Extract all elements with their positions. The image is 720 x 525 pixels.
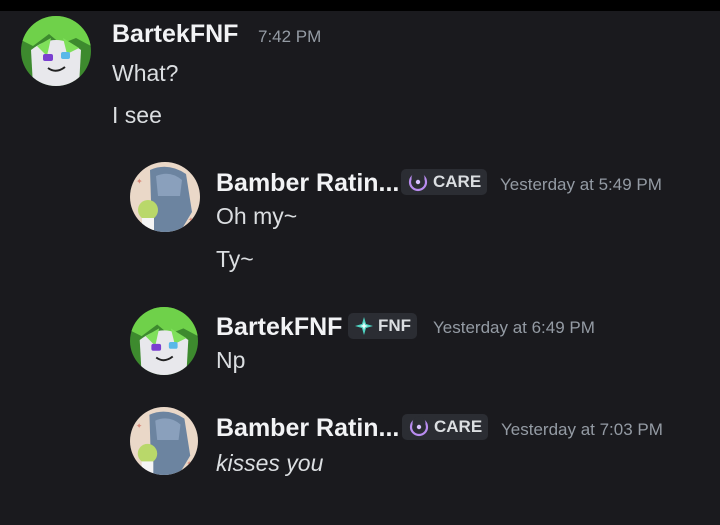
role-tag[interactable]: CARE: [402, 414, 489, 440]
user-avatar[interactable]: ✦ ✦: [130, 407, 198, 475]
svg-text:✦: ✦: [188, 216, 194, 224]
sparkle-icon: [355, 317, 373, 335]
username[interactable]: Bamber Ratin...: [216, 414, 399, 443]
timestamp: Yesterday at 7:03 PM: [501, 420, 663, 439]
tag-label: CARE: [434, 417, 483, 436]
tag-label: CARE: [433, 172, 482, 191]
message-text: I see: [112, 102, 162, 128]
user-avatar[interactable]: [21, 16, 91, 86]
message-text: What?: [112, 60, 179, 86]
moon-icon: [409, 416, 429, 437]
timestamp: Yesterday at 5:49 PM: [500, 175, 662, 194]
moon-icon: [408, 171, 428, 192]
message-text: Oh my~: [216, 203, 298, 229]
user-avatar[interactable]: [130, 307, 198, 375]
message-text: kisses you: [216, 450, 324, 476]
user-avatar[interactable]: ✦ ✦: [130, 162, 200, 232]
tag-label: FNF: [378, 316, 412, 335]
username[interactable]: BartekFNF: [112, 20, 238, 49]
username[interactable]: BartekFNF: [216, 313, 342, 342]
svg-text:✦: ✦: [186, 459, 192, 467]
status-bar: [0, 0, 720, 11]
timestamp: 7:42 PM: [258, 27, 322, 46]
message-text: Ty~: [216, 246, 254, 272]
username[interactable]: Bamber Ratin...: [216, 169, 399, 198]
svg-text:✦: ✦: [136, 421, 143, 430]
role-tag[interactable]: FNF: [348, 313, 418, 339]
timestamp: Yesterday at 6:49 PM: [433, 318, 595, 337]
svg-text:✦: ✦: [136, 177, 143, 186]
role-tag[interactable]: CARE: [401, 169, 488, 195]
message-text: Np: [216, 347, 246, 373]
